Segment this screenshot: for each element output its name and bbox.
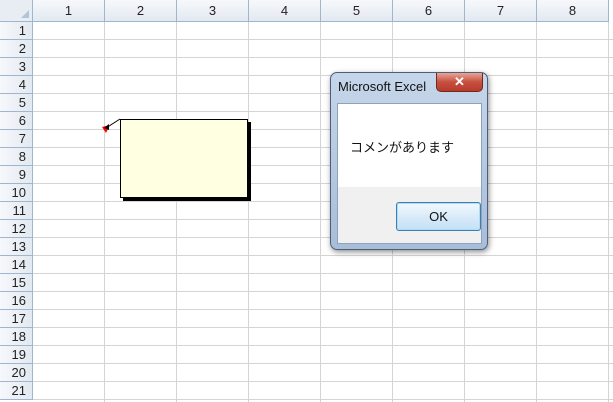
dialog-message: コメンがあります <box>350 140 455 155</box>
close-icon: ✕ <box>454 74 465 89</box>
spreadsheet-grid[interactable]: 12345678 1 2 3 4 5 6 7 8 9 10 11 12 13 14 15 16 17 18 19 20… <box>0 0 613 402</box>
ok-button[interactable]: OK <box>396 202 481 231</box>
comment-box[interactable] <box>120 119 248 198</box>
message-dialog: Microsoft Excel ✕ コメンがあります OK <box>330 72 488 250</box>
comment-connector <box>102 118 121 133</box>
dialog-title: Microsoft Excel <box>338 79 427 94</box>
close-button[interactable]: ✕ <box>436 73 483 92</box>
dialog-footer: OK <box>338 187 481 243</box>
dialog-body: コメンがあります OK <box>337 103 482 244</box>
